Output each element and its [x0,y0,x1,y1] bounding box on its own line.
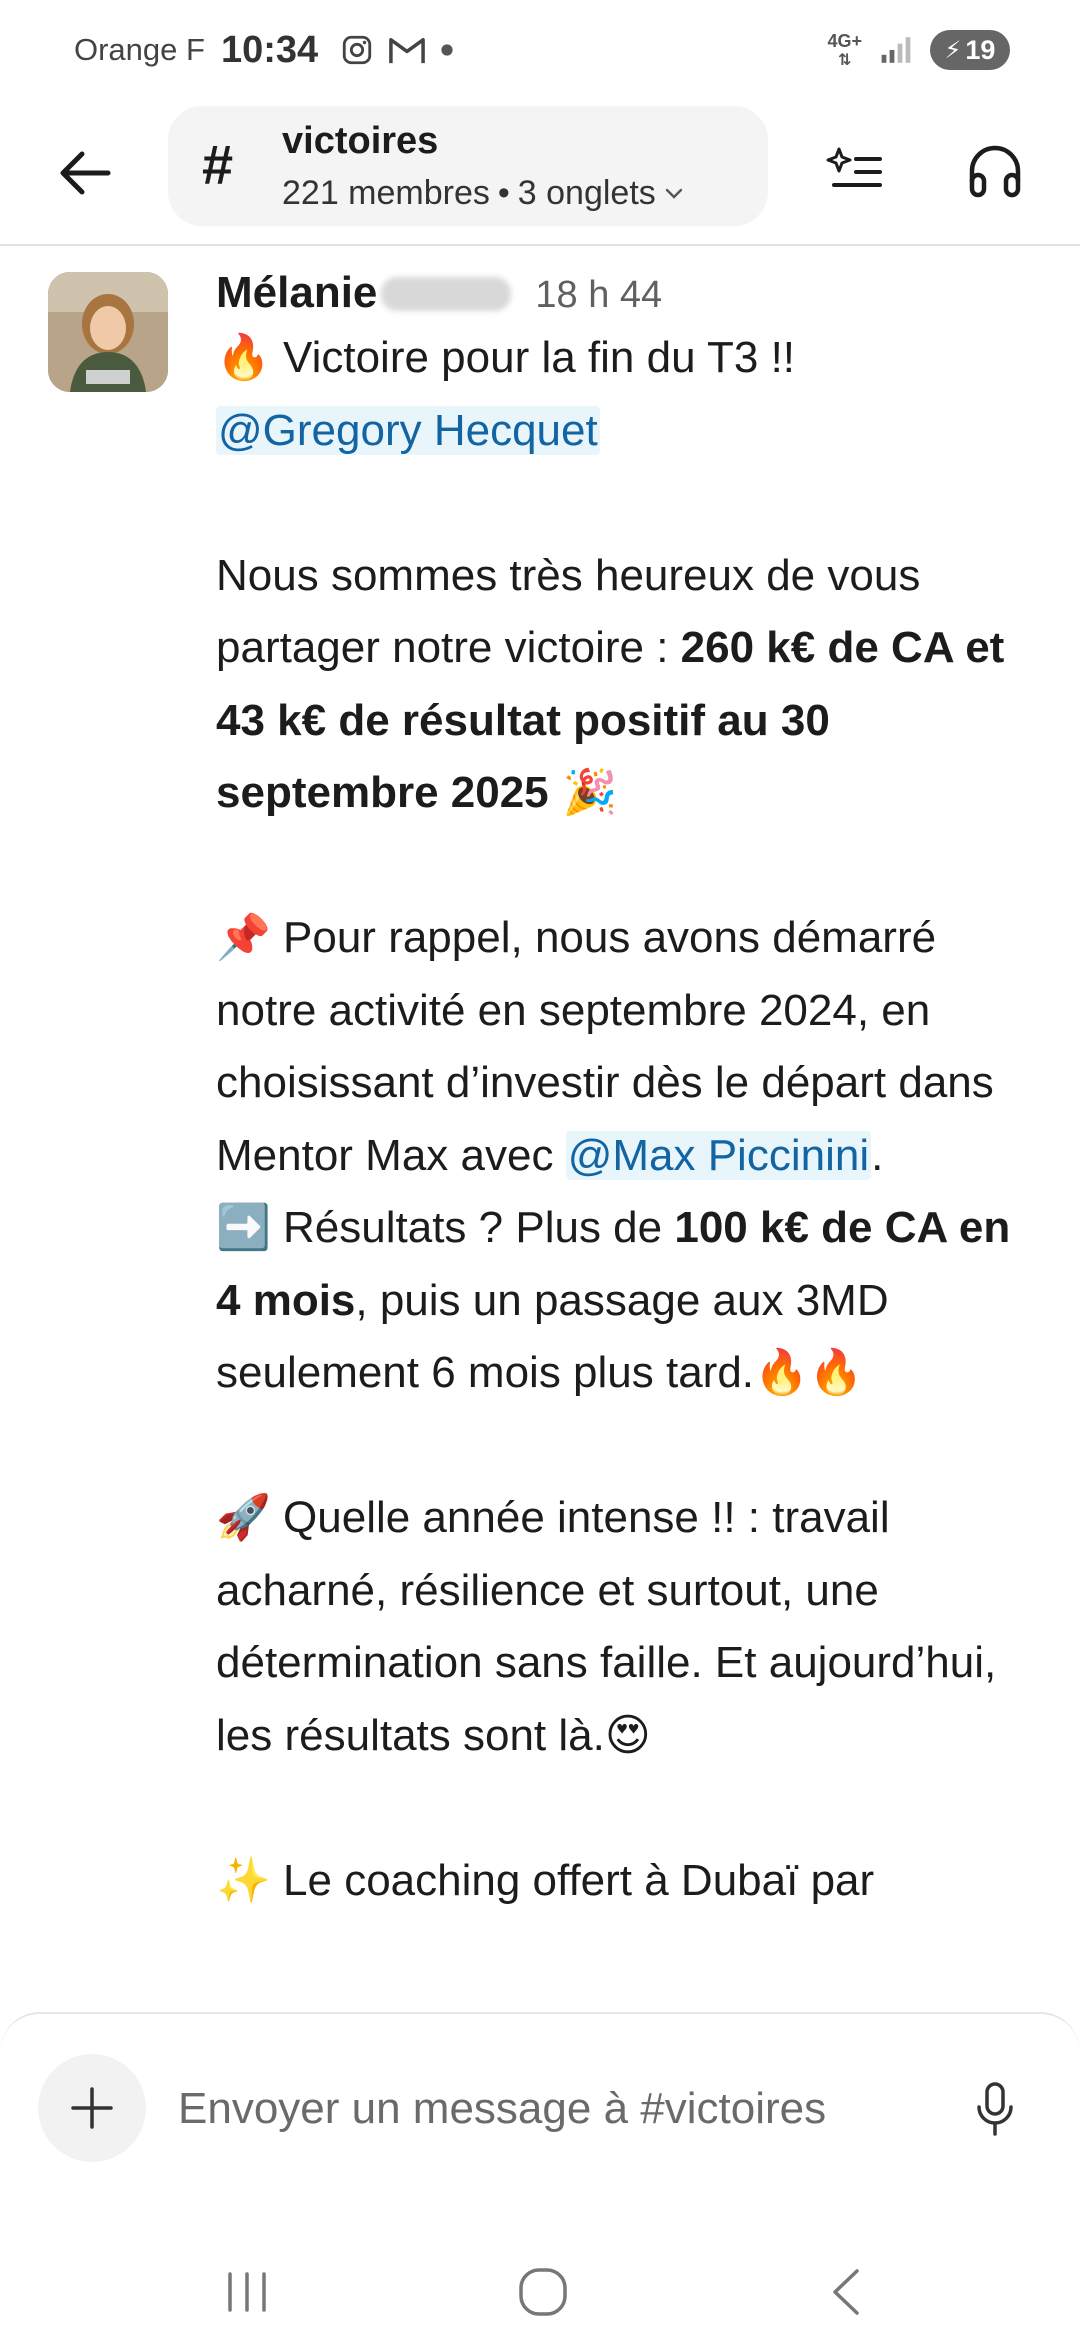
message-paragraph-6: ✨ Le coaching offert à Dubaï par [216,1845,1036,1918]
author-name[interactable]: Mélanie [216,268,377,318]
message-composer [0,2012,1080,2242]
fire-emoji: 🔥 [216,332,271,383]
user-avatar-photo [48,272,168,392]
clock: 10:34 [220,28,319,71]
right-arrow-emoji: ➡️ [216,1202,271,1253]
message-text: Le coaching offert à Dubaï par [270,1855,875,1905]
microphone-icon [977,2082,1013,2136]
channel-header: # victoires 221 membres • 3 onglets [0,100,1080,246]
battery-indicator: ⚡ 19 [930,30,1010,70]
charging-bolt-icon: ⚡ [944,36,962,64]
meta-separator: • [497,174,510,212]
gmail-icon [389,38,425,64]
battery-level: 19 [965,34,996,65]
chevron-down-icon [665,188,682,199]
channel-hash-icon: # [202,133,234,196]
party-popper-emoji: 🎉 [548,767,618,818]
rocket-emoji: 🚀 [216,1492,271,1543]
channel-meta: 221 membres • 3 onglets [282,174,684,213]
system-navigation-bar [0,2242,1080,2340]
arrow-left-icon [60,151,111,195]
redacted-surname [381,277,512,311]
mention-gregory-hecquet[interactable]: @Gregory Hecquet [216,405,600,455]
add-attachment-button[interactable] [38,2054,146,2162]
home-icon [519,2268,567,2316]
message-body: 🔥 Victoire pour la fin du T3 !! @Gregory… [216,322,1036,1917]
chevron-left-icon [833,2269,859,2315]
plus-icon [71,2087,113,2129]
message-item[interactable]: Mélanie 18 h 44 🔥 Victoire pour la fin d… [0,246,1080,2012]
voice-record-button[interactable] [960,2074,1030,2144]
more-notifications-dot-icon [441,44,453,56]
message-paragraph-2: Nous sommes très heureux de vous partage… [216,540,1036,830]
message-text: . [871,1130,884,1180]
network-type: 4G+ [827,30,862,51]
message-paragraph-5: 🚀 Quelle année intense !! : travail acha… [216,1482,1036,1772]
message-paragraph-1: 🔥 Victoire pour la fin du T3 !! [216,322,1036,395]
message-paragraph-3: 📌 Pour rappel, nous avons démarré notre … [216,902,1036,1192]
carrier-label: Orange F [74,32,205,67]
avatar[interactable] [48,272,168,392]
recent-apps-button[interactable] [212,2262,282,2322]
headphones-icon [969,145,1021,198]
heart-eyes-emoji: 😍 [604,1709,651,1761]
message-paragraph-mention: @Gregory Hecquet [216,395,1036,468]
mention-max-piccinini[interactable]: @Max Piccinini [565,1130,872,1180]
channel-name: victoires [282,120,439,162]
home-button[interactable] [508,2262,578,2322]
message-paragraph-4: ➡️ Résultats ? Plus de 100 k€ de CA en 4… [216,1192,1036,1410]
message-text: Résultats ? Plus de [270,1203,675,1252]
huddle-button[interactable] [960,135,1030,205]
notification-icons [340,33,454,67]
channel-info-button[interactable]: # victoires 221 membres • 3 onglets [168,106,768,226]
recent-apps-icon [228,2272,266,2312]
ai-summary-button[interactable] [820,135,890,205]
system-back-button[interactable] [812,2262,882,2322]
message-timestamp[interactable]: 18 h 44 [535,274,662,317]
data-arrows-icon: ⇅ [838,51,852,69]
fire-emoji-pair: 🔥🔥 [754,1347,864,1398]
message-text: Victoire pour la fin du T3 !! [270,333,796,382]
back-button[interactable] [50,138,120,208]
signal-icon [881,37,911,63]
pushpin-emoji: 📌 [216,912,271,963]
message-input[interactable] [178,2074,878,2144]
instagram-icon [342,35,372,65]
message-header: Mélanie 18 h 44 [216,268,662,318]
network-indicator: 4G+ ⇅ [827,32,862,69]
tab-count: 3 onglets [517,174,656,212]
member-count: 221 membres [282,174,490,212]
sparkles-emoji: ✨ [216,1854,271,1906]
status-bar: Orange F 10:34 4G+ ⇅ ⚡ 19 [0,0,1080,100]
sparkle-list-icon [826,147,882,187]
